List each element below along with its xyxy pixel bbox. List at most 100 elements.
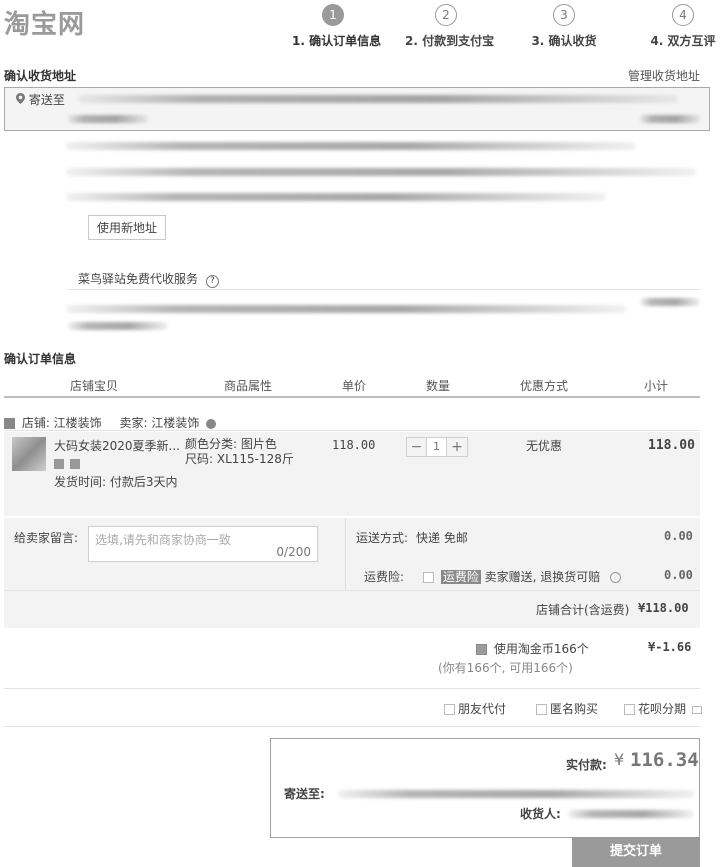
coins-checkbox[interactable] [476,644,487,655]
item-attr-color: 颜色分类: 图片色 [185,437,277,451]
column-unit-price: 单价 [342,379,367,393]
shop-icon [4,418,15,429]
coins-note: (你有166个, 可用166个) [438,661,573,675]
item-discount: 无优惠 [526,439,563,453]
step-4: 4 4. 双方互评 [642,4,722,49]
paid-currency: ¥ [614,750,625,769]
item-badges [54,458,80,472]
help-icon[interactable]: ? [205,275,219,288]
cainiao-service-label: 菜鸟驿站免费代收服务 [78,272,199,286]
item-attr-size: 尺码: XL115-128斤 [185,452,294,466]
quantity-input[interactable]: 1 [427,438,447,456]
redacted-cainiao-2 [640,298,700,306]
step-1-number: 1 [322,4,344,26]
coins-label: 使用淘金币166个 [493,642,589,656]
order-section-title: 确认订单信息 [4,352,77,366]
anonymous-checkbox[interactable] [536,704,547,715]
selected-address-card[interactable] [4,87,710,131]
ship-to-label: 寄送至 [28,93,65,107]
column-subtotal: 小计 [644,379,669,393]
redacted-summary-receiver [568,810,694,818]
seven-day-return-icon [54,459,64,469]
redacted-address-3[interactable] [66,168,696,176]
item-ship-time: 发货时间: 付款后3天内 [54,475,178,489]
redacted-address-1c [640,115,700,123]
shop-total-label: 店铺合计(含运费) [536,603,630,617]
location-pin-icon [16,93,29,107]
insurance-info-icon[interactable] [610,572,622,583]
address-section-title: 确认收货地址 [4,69,77,83]
column-quantity: 数量 [426,379,451,393]
step-4-number: 4 [672,4,694,26]
insurance-price: 0.00 [664,568,693,582]
shipping-method-price: 0.00 [664,529,693,543]
insurance-text: 卖家赠送, 退换货可赔 [484,570,601,584]
insurance-checkbox[interactable] [423,572,434,583]
taobao-logo[interactable]: 淘宝网 [4,4,85,41]
cainiao-service-row[interactable]: 菜鸟驿站免费代收服务 ? [78,270,219,288]
shop-total-divider [4,590,700,591]
message-placeholder: 选填,请先和商家协商一致 [95,533,231,547]
anonymous-label: 匿名购买 [550,702,599,716]
item-subtotal: 118.00 [648,438,695,453]
submit-order-button[interactable]: 提交订单 [572,837,700,867]
options-divider [4,688,700,689]
decrease-button[interactable]: − [407,438,427,456]
insurance-badge: 运费险 [440,570,481,584]
increase-button[interactable]: + [447,438,467,456]
message-counter: 0/200 [276,545,311,559]
shop-name-link[interactable]: 店铺: 江楼装饰 [22,416,102,430]
summary-receiver-label: 收货人: [520,807,561,821]
redacted-cainiao-3 [68,322,168,330]
manage-address-link[interactable]: 管理收货地址 [628,67,700,84]
shop-row: 店铺: 江楼装饰 卖家: 江楼装饰 [4,414,217,431]
redacted-summary-address [338,790,694,798]
item-thumbnail[interactable] [12,437,46,471]
step-2-label: 2. 付款到支付宝 [405,34,495,48]
step-2-number: 2 [435,4,457,26]
column-attributes: 商品属性 [224,379,273,393]
shop-total-value: ¥118.00 [638,601,689,615]
insurance-label: 运费险: [364,570,405,584]
coins-value: ¥-1.66 [648,640,692,654]
table-header-divider [4,396,700,398]
anonymous-option[interactable]: 匿名购买 [536,700,598,717]
item-attributes: 颜色分类: 图片色 尺码: XL115-128斤 [185,437,294,467]
column-discount: 优惠方式 [520,379,569,393]
huabei-option[interactable]: 花呗分期 [624,700,702,717]
column-shop-item: 店铺宝贝 [70,379,119,393]
step-1-label: 1. 确认订单信息 [292,34,382,48]
step-3-label: 3. 确认收货 [531,34,597,48]
chat-icon[interactable] [206,418,217,429]
coins-row[interactable]: 使用淘金币166个 [476,640,589,657]
redacted-address-1b [68,115,148,123]
item-name-link[interactable]: 大码女装2020夏季新... [54,437,182,454]
ship-to-row: 寄送至 [16,91,65,108]
cainiao-divider [68,289,700,290]
summary-ship-to-label: 寄送至: [284,787,325,801]
friend-pay-label: 朋友代付 [458,702,507,716]
paid-value: 116.34 [630,749,699,771]
extras-vertical-divider [345,518,346,590]
use-new-address-button[interactable]: 使用新地址 [88,215,167,240]
message-label: 给卖家留言: [14,531,79,545]
message-textarea[interactable]: 选填,请先和商家协商一致 0/200 [88,526,318,562]
huabei-info-icon[interactable] [691,705,702,714]
friend-pay-option[interactable]: 朋友代付 [444,700,506,717]
seller-name-link[interactable]: 卖家: 江楼装饰 [120,416,200,430]
insurance-row: 运费险 卖家赠送, 退换货可赔 [423,568,622,585]
item-unit-price: 118.00 [332,438,376,452]
shipping-method-value[interactable]: 快递 免邮 [416,529,468,546]
paid-label: 实付款: [566,758,607,772]
step-3-number: 3 [553,4,575,26]
step-3: 3 3. 确认收货 [523,4,605,49]
huabei-checkbox[interactable] [624,704,635,715]
redacted-address-2[interactable] [66,142,636,150]
quantity-stepper[interactable]: − 1 + [406,437,468,457]
friend-pay-checkbox[interactable] [444,704,455,715]
huabei-label: 花呗分期 [638,702,687,716]
step-2: 2 2. 付款到支付宝 [405,4,495,49]
redacted-address-4[interactable] [66,193,606,201]
shop-divider [4,430,700,431]
guarantee-icon [69,459,80,469]
